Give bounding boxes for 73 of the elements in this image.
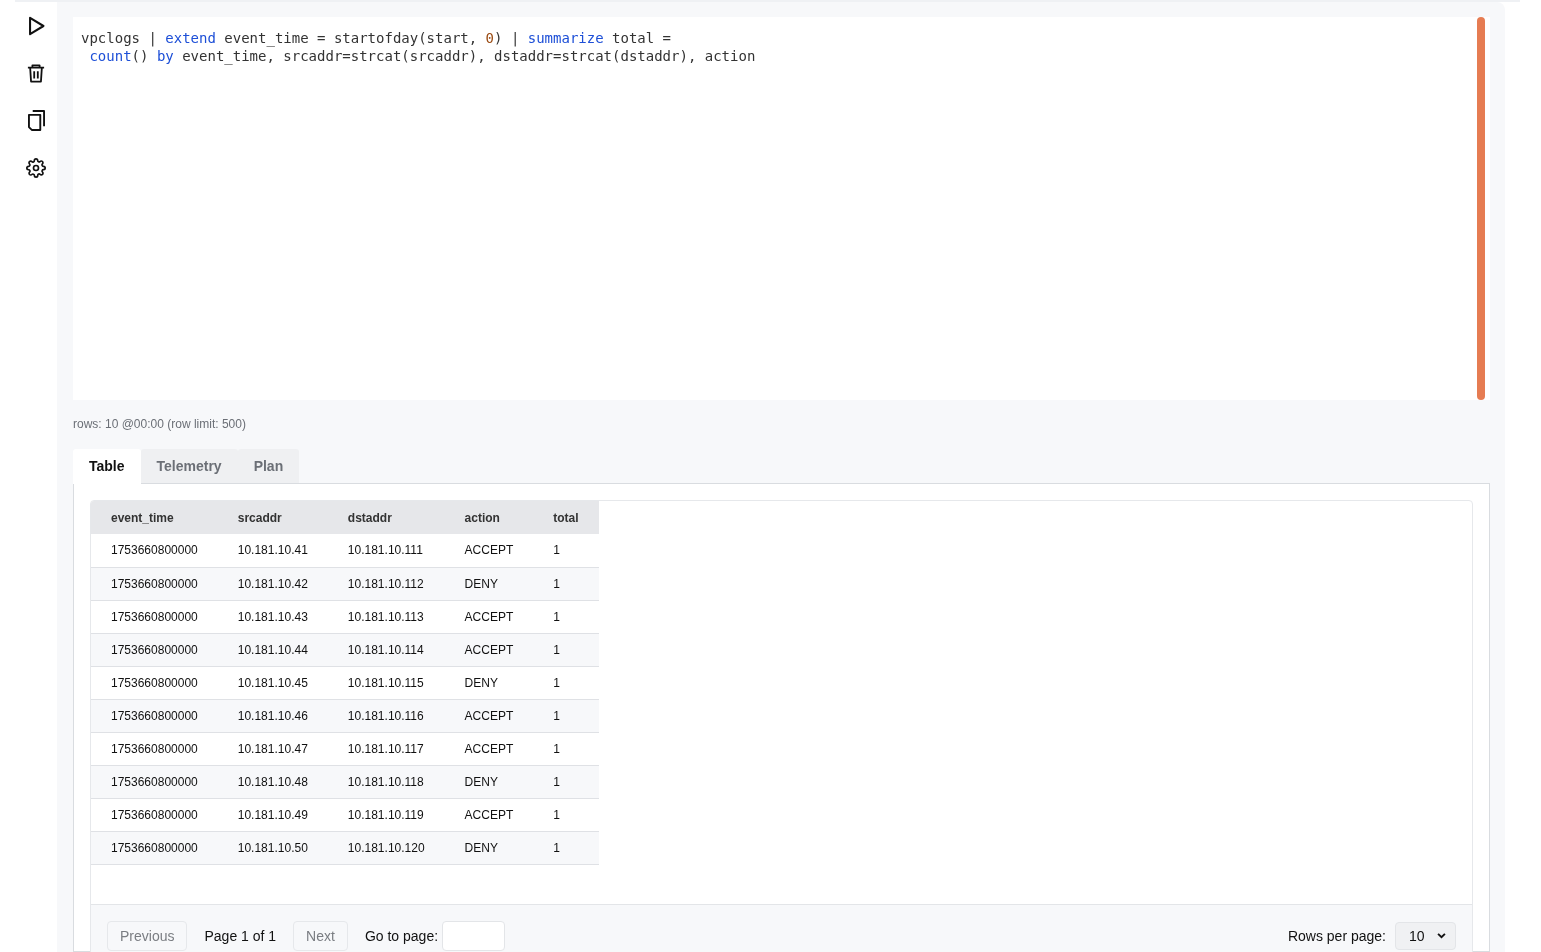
- table-cell: 1: [533, 534, 599, 567]
- table-cell: 10.181.10.50: [217, 831, 328, 864]
- tab[interactable]: Plan: [237, 449, 300, 484]
- table-cell: DENY: [444, 831, 534, 864]
- page-input[interactable]: [442, 920, 506, 951]
- table-cell: 10.181.10.44: [217, 633, 328, 666]
- table-cell: ACCEPT: [444, 600, 534, 633]
- code-line: vpclogs | extend event_time = startofday(start, 0) | summarize total =: [81, 29, 672, 47]
- table-cell: 10.181.10.42: [217, 567, 328, 600]
- table-cell: 10.181.10.41: [217, 534, 328, 567]
- table-cell: 1753660800000: [91, 765, 218, 798]
- table-cell: 10.181.10.48: [217, 765, 328, 798]
- table-cell: 10.181.10.111: [327, 534, 445, 567]
- table-cell: ACCEPT: [444, 798, 534, 831]
- table-cell: 10.181.10.119: [327, 798, 445, 831]
- table-cell: 10.181.10.43: [217, 600, 328, 633]
- table-cell: 10.181.10.113: [327, 600, 445, 633]
- table-cell: 10.181.10.118: [327, 765, 445, 798]
- table-cell: 1753660800000: [91, 534, 218, 567]
- table-cell: 1: [533, 666, 599, 699]
- table-cell: 10.181.10.120: [327, 831, 445, 864]
- table-cell: 1: [533, 567, 599, 600]
- table-cell: 1: [533, 699, 599, 732]
- scrollbar-thumb[interactable]: [1477, 17, 1485, 400]
- table-cell: 1753660800000: [91, 567, 218, 600]
- table-cell: 1: [533, 732, 599, 765]
- go-to-page-label: Go to page:: [364, 927, 439, 944]
- table-cell: 1: [533, 600, 599, 633]
- table-cell: 10.181.10.114: [327, 633, 445, 666]
- column-header: total: [533, 501, 599, 534]
- table-cell: 1753660800000: [91, 831, 218, 864]
- column-header: srcaddr: [217, 501, 328, 534]
- table-cell: 10.181.10.117: [327, 732, 445, 765]
- play-icon[interactable]: [27, 16, 45, 36]
- table-cell: 1: [533, 831, 599, 864]
- table-cell: DENY: [444, 765, 534, 798]
- table-cell: ACCEPT: [444, 732, 534, 765]
- table-cell: 1753660800000: [91, 633, 218, 666]
- table-cell: 10.181.10.47: [217, 732, 328, 765]
- rows-per-page-select[interactable]: 10: [1395, 921, 1456, 950]
- table-cell: 10.181.10.116: [327, 699, 445, 732]
- table-cell: DENY: [444, 666, 534, 699]
- table-cell: 10.181.10.49: [217, 798, 328, 831]
- query-editor[interactable]: vpclogs | extend event_time = startofday(start, 0) | summarize total = count() by event_time, srcaddr=strcat(srcaddr), dstaddr=strcat(dstaddr), action: [73, 17, 1490, 400]
- chevron-down-icon: [1437, 932, 1446, 939]
- table-cell: 1: [533, 633, 599, 666]
- table-cell: 1753660800000: [91, 699, 218, 732]
- table-cell: 10.181.10.115: [327, 666, 445, 699]
- table-cell: ACCEPT: [444, 699, 534, 732]
- column-header: dstaddr: [327, 501, 445, 534]
- table-cell: ACCEPT: [444, 633, 534, 666]
- column-header: event_time: [91, 501, 218, 534]
- table-cell: 1: [533, 798, 599, 831]
- tab[interactable]: Table: [73, 449, 141, 484]
- table-cell: DENY: [444, 567, 534, 600]
- copy-icon[interactable]: [27, 110, 45, 131]
- table-cell: 1753660800000: [91, 732, 218, 765]
- tab[interactable]: Telemetry: [140, 449, 238, 484]
- table-cell: 1753660800000: [91, 798, 218, 831]
- table-cell: 10.181.10.45: [217, 666, 328, 699]
- page-info: Page 1 of 1: [204, 927, 277, 944]
- rows-per-page-label: Rows per page:: [1287, 927, 1386, 944]
- table-cell: 1753660800000: [91, 666, 218, 699]
- trash-icon[interactable]: [27, 63, 45, 83]
- result-status: rows: 10 @00:00 (row limit: 500): [73, 417, 247, 431]
- table-cell: 1753660800000: [91, 600, 218, 633]
- column-header: action: [444, 501, 534, 534]
- table-cell: 10.181.10.112: [327, 567, 445, 600]
- table-cell: 1: [533, 765, 599, 798]
- settings-icon[interactable]: [26, 158, 46, 178]
- table-cell: 10.181.10.46: [217, 699, 328, 732]
- code-line: count() by event_time, srcaddr=strcat(srcaddr), dstaddr=strcat(dstaddr), action: [88, 47, 756, 65]
- table-cell: ACCEPT: [444, 534, 534, 567]
